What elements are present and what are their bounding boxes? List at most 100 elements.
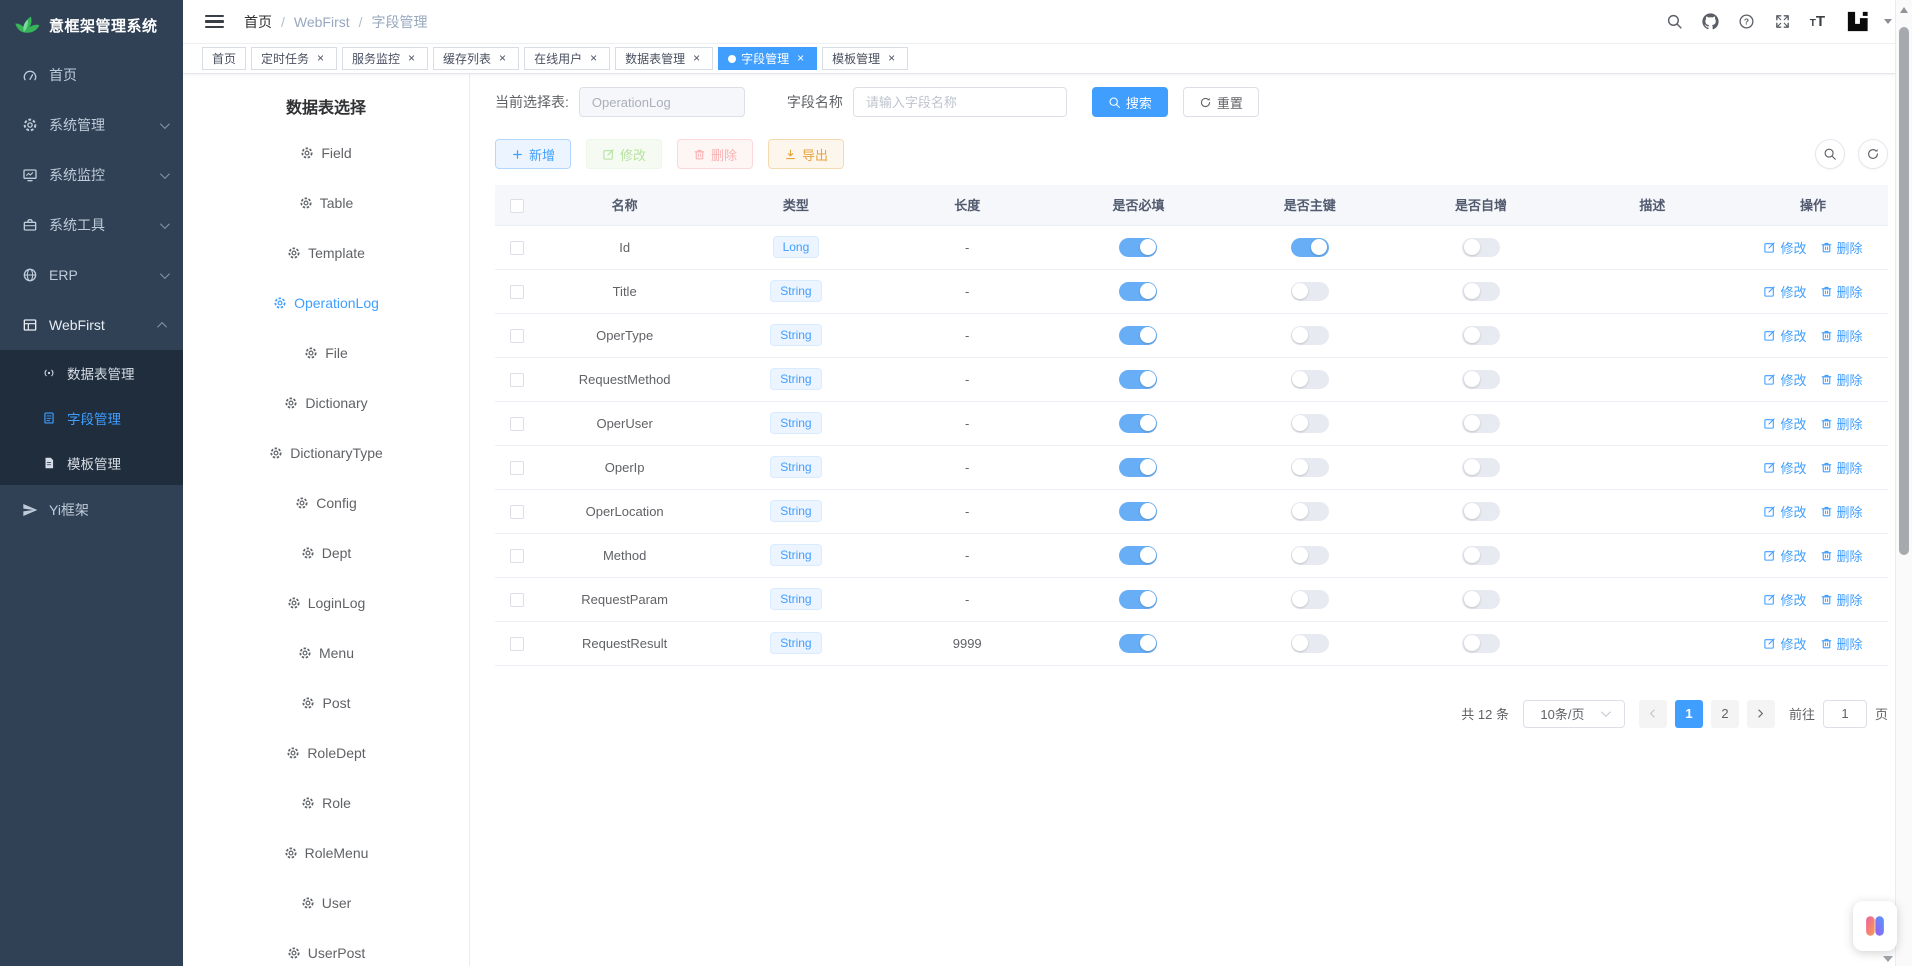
required-switch[interactable] xyxy=(1119,634,1157,653)
row-checkbox[interactable] xyxy=(510,549,524,563)
required-switch[interactable] xyxy=(1119,370,1157,389)
primary-key-switch[interactable] xyxy=(1291,546,1329,565)
collapse-caret-icon[interactable] xyxy=(1883,956,1893,962)
row-delete-link[interactable]: 删除 xyxy=(1820,502,1863,521)
select-all-checkbox[interactable] xyxy=(510,199,524,213)
tab-close-icon[interactable]: × xyxy=(405,52,418,65)
row-delete-link[interactable]: 删除 xyxy=(1820,326,1863,345)
primary-key-switch[interactable] xyxy=(1291,590,1329,609)
tree-item[interactable]: Role xyxy=(183,778,469,828)
row-edit-link[interactable]: 修改 xyxy=(1763,326,1806,345)
row-edit-link[interactable]: 修改 xyxy=(1763,238,1806,257)
auto-increment-switch[interactable] xyxy=(1462,414,1500,433)
row-edit-link[interactable]: 修改 xyxy=(1763,458,1806,477)
row-delete-link[interactable]: 删除 xyxy=(1820,590,1863,609)
row-edit-link[interactable]: 修改 xyxy=(1763,634,1806,653)
edit-button[interactable]: 修改 xyxy=(586,139,662,169)
auto-increment-switch[interactable] xyxy=(1462,590,1500,609)
required-switch[interactable] xyxy=(1119,414,1157,433)
row-delete-link[interactable]: 删除 xyxy=(1820,282,1863,301)
sidebar-toggle-icon[interactable] xyxy=(205,15,224,29)
page-size-select[interactable]: 10条/页 xyxy=(1523,700,1625,728)
add-button[interactable]: 新增 xyxy=(495,139,571,169)
search-icon[interactable] xyxy=(1666,13,1683,30)
auto-increment-switch[interactable] xyxy=(1462,458,1500,477)
tree-item[interactable]: Post xyxy=(183,678,469,728)
sidebar-item-system-tools[interactable]: 系统工具 xyxy=(0,200,183,250)
tab[interactable]: 字段管理× xyxy=(718,47,817,70)
tab[interactable]: 数据表管理× xyxy=(615,47,713,70)
table-refresh-button[interactable] xyxy=(1858,139,1888,169)
primary-key-switch[interactable] xyxy=(1291,458,1329,477)
sidebar-item-field-management[interactable]: 字段管理 xyxy=(0,395,183,440)
row-checkbox[interactable] xyxy=(510,461,524,475)
sidebar-item-datatable-management[interactable]: 数据表管理 xyxy=(0,350,183,395)
tab[interactable]: 定时任务× xyxy=(251,47,337,70)
breadcrumb-home[interactable]: 首页 xyxy=(244,12,272,32)
tree-item[interactable]: Field xyxy=(183,128,469,178)
row-delete-link[interactable]: 删除 xyxy=(1820,546,1863,565)
required-switch[interactable] xyxy=(1119,458,1157,477)
row-delete-link[interactable]: 删除 xyxy=(1820,634,1863,653)
tree-item[interactable]: OperationLog xyxy=(183,278,469,328)
github-icon[interactable] xyxy=(1702,13,1719,30)
tab[interactable]: 模板管理× xyxy=(822,47,908,70)
primary-key-switch[interactable] xyxy=(1291,502,1329,521)
tree-item[interactable]: Config xyxy=(183,478,469,528)
row-edit-link[interactable]: 修改 xyxy=(1763,282,1806,301)
auto-increment-switch[interactable] xyxy=(1462,326,1500,345)
tab-close-icon[interactable]: × xyxy=(885,52,898,65)
required-switch[interactable] xyxy=(1119,546,1157,565)
row-edit-link[interactable]: 修改 xyxy=(1763,590,1806,609)
row-edit-link[interactable]: 修改 xyxy=(1763,546,1806,565)
tree-item[interactable]: Dictionary xyxy=(183,378,469,428)
tab-close-icon[interactable]: × xyxy=(496,52,509,65)
avatar[interactable] xyxy=(1844,8,1871,35)
auto-increment-switch[interactable] xyxy=(1462,634,1500,653)
auto-increment-switch[interactable] xyxy=(1462,546,1500,565)
primary-key-switch[interactable] xyxy=(1291,282,1329,301)
row-delete-link[interactable]: 删除 xyxy=(1820,370,1863,389)
tree-item[interactable]: File xyxy=(183,328,469,378)
row-edit-link[interactable]: 修改 xyxy=(1763,414,1806,433)
tab[interactable]: 首页 xyxy=(202,47,246,70)
tab-close-icon[interactable]: × xyxy=(314,52,327,65)
browser-extension-button[interactable] xyxy=(1853,901,1897,951)
required-switch[interactable] xyxy=(1119,502,1157,521)
scrollbar-up-arrow-icon[interactable] xyxy=(1900,7,1908,13)
tree-item[interactable]: User xyxy=(183,878,469,928)
required-switch[interactable] xyxy=(1119,326,1157,345)
tree-item[interactable]: LoginLog xyxy=(183,578,469,628)
row-delete-link[interactable]: 删除 xyxy=(1820,414,1863,433)
tree-item[interactable]: UserPost xyxy=(183,928,469,966)
row-edit-link[interactable]: 修改 xyxy=(1763,502,1806,521)
row-checkbox[interactable] xyxy=(510,637,524,651)
primary-key-switch[interactable] xyxy=(1291,634,1329,653)
primary-key-switch[interactable] xyxy=(1291,326,1329,345)
sidebar-item-template-management[interactable]: 模板管理 xyxy=(0,440,183,485)
required-switch[interactable] xyxy=(1119,282,1157,301)
sidebar-item-system-management[interactable]: 系统管理 xyxy=(0,100,183,150)
sidebar-item-webfirst[interactable]: WebFirst xyxy=(0,300,183,350)
prev-page-button[interactable] xyxy=(1639,700,1667,728)
tab[interactable]: 服务监控× xyxy=(342,47,428,70)
sidebar-item-system-monitor[interactable]: 系统监控 xyxy=(0,150,183,200)
page-button-2[interactable]: 2 xyxy=(1711,700,1739,728)
row-checkbox[interactable] xyxy=(510,241,524,255)
row-delete-link[interactable]: 删除 xyxy=(1820,238,1863,257)
row-checkbox[interactable] xyxy=(510,285,524,299)
sidebar-item-home[interactable]: 首页 xyxy=(0,50,183,100)
tree-item[interactable]: RoleDept xyxy=(183,728,469,778)
scrollbar-thumb[interactable] xyxy=(1899,27,1909,555)
row-checkbox[interactable] xyxy=(510,329,524,343)
table-search-button[interactable] xyxy=(1815,139,1845,169)
auto-increment-switch[interactable] xyxy=(1462,370,1500,389)
tab-close-icon[interactable]: × xyxy=(794,52,807,65)
row-delete-link[interactable]: 删除 xyxy=(1820,458,1863,477)
tree-item[interactable]: Template xyxy=(183,228,469,278)
tab[interactable]: 缓存列表× xyxy=(433,47,519,70)
delete-button[interactable]: 删除 xyxy=(677,139,753,169)
row-edit-link[interactable]: 修改 xyxy=(1763,370,1806,389)
required-switch[interactable] xyxy=(1119,238,1157,257)
auto-increment-switch[interactable] xyxy=(1462,282,1500,301)
